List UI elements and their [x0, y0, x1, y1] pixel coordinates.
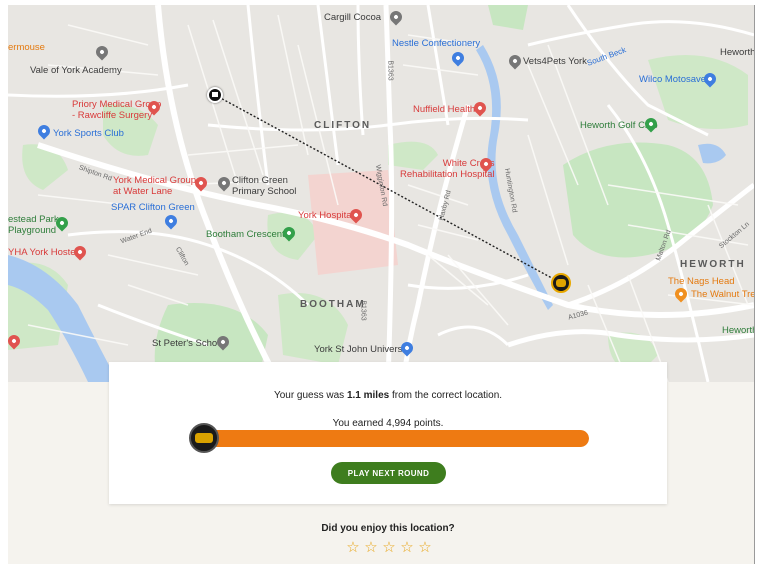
score-progress-bar — [193, 430, 589, 447]
rating-star-icon[interactable]: ☆ — [381, 539, 397, 555]
nags-head-label: The Nags Head — [668, 276, 735, 287]
result-map[interactable]: Cargill Cocoa Nestle Confectionery Vets4… — [8, 5, 754, 382]
st-peters-label: St Peter's School — [152, 338, 225, 349]
stead-park-label: estead Park Playground — [8, 214, 59, 236]
play-next-round-button[interactable]: PLAY NEXT ROUND — [331, 462, 446, 484]
guess-distance-text: Your guess was 1.1 miles from the correc… — [109, 390, 667, 401]
bootham-crescent-label: Bootham Crescent — [206, 229, 285, 240]
player-badge-icon — [189, 423, 219, 453]
rating-star-icon[interactable]: ☆ — [363, 539, 379, 555]
road-b1363-top: B1363 — [386, 60, 394, 81]
guess-prefix: Your guess was — [273, 390, 347, 401]
spar-label: SPAR Clifton Green — [111, 202, 195, 213]
yha-label: YHA York Hostel — [8, 247, 78, 258]
actual-location-badge-icon[interactable] — [551, 273, 571, 293]
heworth-top-label: Heworth — [720, 47, 754, 58]
clifton-label: CLIFTON — [314, 120, 372, 131]
score-progress-fill — [193, 430, 589, 447]
clifton-school-label: Clifton Green Primary School — [232, 175, 297, 197]
york-sports-label: York Sports Club — [53, 128, 124, 139]
rating-star-icon[interactable]: ☆ — [399, 539, 415, 555]
vale-label: Vale of York Academy — [30, 65, 122, 76]
heworth-label: HEWORTH — [680, 259, 746, 270]
nuffield-label: Nuffield Health — [413, 104, 476, 115]
wilco-label: Wilco Motosave — [639, 74, 707, 85]
york-medical-label: York Medical Group at Water Lane — [113, 175, 197, 197]
york-hospital-label: York Hospital — [298, 210, 354, 221]
nestle-label: Nestle Confectionery — [392, 38, 481, 49]
vets-label: Vets4Pets York — [523, 56, 587, 67]
heworth-h-label: Heworth H — [722, 325, 754, 336]
rating-question: Did you enjoy this location? — [321, 523, 455, 534]
result-panel: Your guess was 1.1 miles from the correc… — [109, 362, 667, 504]
guess-suffix: from the correct location. — [389, 390, 503, 401]
rating-star-icon[interactable]: ☆ — [417, 539, 433, 555]
york-st-john-label: York St John University — [314, 344, 412, 355]
cargill-label: Cargill Cocoa — [324, 12, 382, 23]
road-b1363-bottom: B1363 — [359, 300, 367, 321]
window-edge — [754, 5, 755, 564]
ermouse-label: ermouse — [8, 42, 45, 53]
bootham-label: BOOTHAM — [300, 299, 366, 310]
rating-stars: ☆ ☆ ☆ ☆ ☆ — [345, 539, 433, 555]
walnut-tree-label: The Walnut Tree — [691, 289, 754, 300]
guess-distance: 1.1 miles — [346, 390, 390, 401]
game-frame: Cargill Cocoa Nestle Confectionery Vets4… — [8, 5, 754, 564]
guess-flag-icon[interactable] — [207, 87, 223, 103]
rating-star-icon[interactable]: ☆ — [345, 539, 361, 555]
